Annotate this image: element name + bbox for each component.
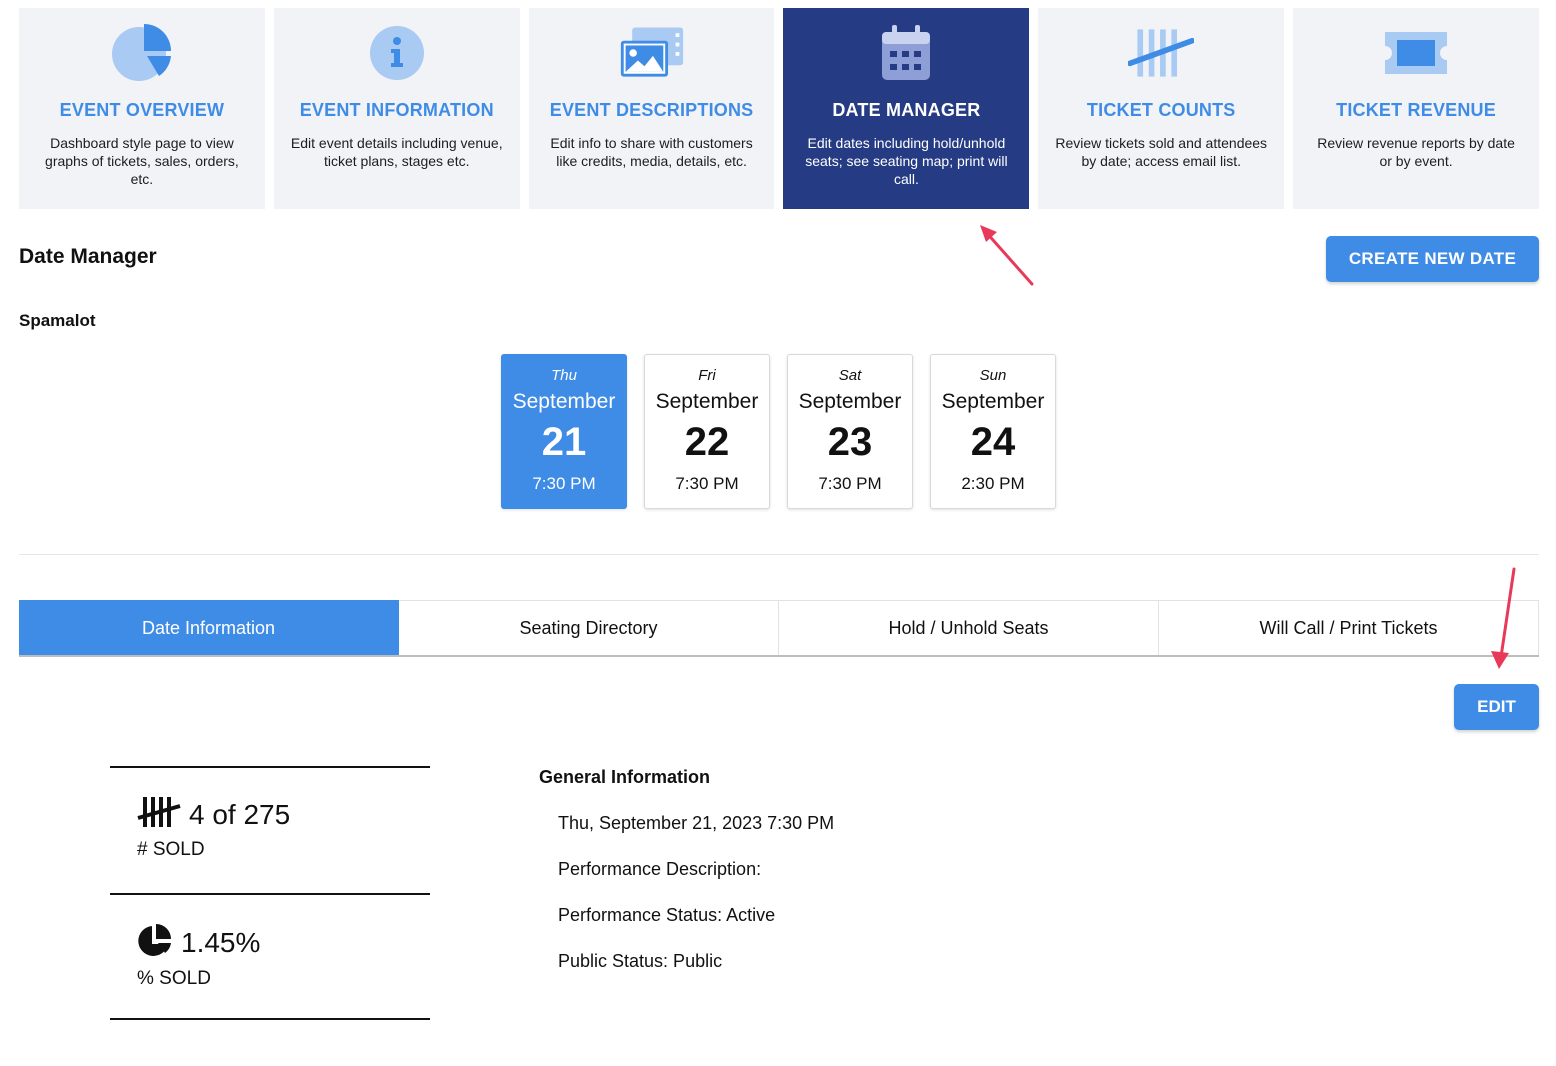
performance-description: Performance Description:	[558, 859, 762, 879]
percent-sold-label: % SOLD	[137, 968, 211, 989]
nav-card-title: DATE MANAGER	[832, 100, 981, 120]
date-day-of-week: Fri	[698, 367, 716, 384]
images-icon	[619, 22, 685, 84]
nav-card-event-descriptions[interactable]: EVENT DESCRIPTIONS Edit info to share wi…	[528, 8, 775, 209]
public-status: Public Status: Public	[558, 951, 723, 971]
tab-will-call-print-tickets[interactable]: Will Call / Print Tickets	[1159, 600, 1539, 655]
nav-card-description: Edit event details including venue, tick…	[290, 135, 503, 169]
sales-stats: 4 of 275 # SOLD 1.45% % SOLD	[110, 766, 430, 1020]
date-card[interactable]: Fri September 22 7:30 PM	[644, 354, 770, 509]
page-title: Date Manager	[19, 245, 157, 268]
annotation-arrow-icon	[1491, 567, 1516, 669]
nav-card-description: Edit dates including hold/unhold seats; …	[805, 135, 1008, 187]
nav-card-description: Review revenue reports by date or by eve…	[1317, 135, 1515, 169]
date-day: 23	[827, 420, 873, 464]
nav-card-ticket-counts[interactable]: TICKET COUNTS Review tickets sold and at…	[1038, 8, 1285, 209]
tab-hold-unhold-seats[interactable]: Hold / Unhold Seats	[779, 600, 1159, 655]
date-tabs: Date Information Seating Directory Hold …	[19, 600, 1539, 657]
nav-card-description: Review tickets sold and attendees by dat…	[1055, 135, 1268, 169]
create-new-date-button[interactable]: CREATE NEW DATE	[1326, 236, 1539, 282]
date-day-of-week: Sat	[838, 367, 862, 384]
date-card[interactable]: Sun September 24 2:30 PM	[930, 354, 1056, 509]
nav-card-event-overview[interactable]: EVENT OVERVIEW Dashboard style page to v…	[19, 8, 265, 209]
sold-count-value: 4 of 275	[189, 798, 291, 830]
date-time: 7:30 PM	[675, 474, 739, 493]
date-day: 24	[970, 420, 1016, 464]
section-divider	[19, 554, 1539, 555]
module-nav: EVENT OVERVIEW Dashboard style page to v…	[19, 8, 1539, 209]
date-card[interactable]: Thu September 21 7:30 PM	[501, 354, 627, 509]
tab-seating-directory[interactable]: Seating Directory	[399, 600, 779, 655]
nav-card-description: Edit info to share with customers like c…	[550, 135, 753, 169]
edit-button[interactable]: EDIT	[1454, 684, 1539, 730]
date-time: 7:30 PM	[532, 474, 596, 493]
event-name: Spamalot	[19, 311, 96, 330]
stat-percent-sold: 1.45% % SOLD	[110, 893, 430, 1020]
nav-card-title: EVENT INFORMATION	[299, 100, 494, 120]
date-card[interactable]: Sat September 23 7:30 PM	[787, 354, 913, 509]
date-day-of-week: Thu	[551, 367, 577, 384]
info-icon	[364, 22, 430, 84]
date-month: September	[941, 390, 1045, 413]
date-selector: Thu September 21 7:30 PM Fri September 2…	[501, 354, 1056, 509]
nav-card-date-manager[interactable]: DATE MANAGER Edit dates including hold/u…	[783, 8, 1030, 209]
nav-card-title: EVENT DESCRIPTIONS	[549, 100, 754, 120]
pie-chart-icon	[109, 22, 175, 84]
nav-card-ticket-revenue[interactable]: TICKET REVENUE Review revenue reports by…	[1293, 8, 1539, 209]
sold-count-label: # SOLD	[137, 839, 205, 860]
performance-status: Performance Status: Active	[558, 905, 776, 925]
calendar-icon	[873, 22, 939, 84]
tally-icon	[137, 796, 181, 833]
performance-date: Thu, September 21, 2023 7:30 PM	[558, 813, 835, 833]
annotation-arrow-icon	[980, 225, 1034, 286]
nav-card-title: EVENT OVERVIEW	[59, 100, 225, 120]
nav-card-title: TICKET COUNTS	[1086, 100, 1236, 120]
nav-card-title: TICKET REVENUE	[1336, 100, 1496, 120]
tab-date-information[interactable]: Date Information	[19, 600, 399, 655]
date-month: September	[512, 390, 616, 413]
tally-icon	[1128, 22, 1195, 84]
date-month: September	[655, 390, 759, 413]
general-information: General Information Thu, September 21, 2…	[539, 767, 834, 972]
nav-card-event-information[interactable]: EVENT INFORMATION Edit event details inc…	[273, 8, 520, 209]
pie-chart-icon	[137, 923, 173, 962]
percent-sold-value: 1.45%	[181, 926, 261, 958]
date-day: 22	[684, 420, 730, 464]
date-time: 2:30 PM	[961, 474, 1025, 493]
date-time: 7:30 PM	[818, 474, 882, 493]
ticket-icon	[1383, 22, 1449, 84]
nav-card-description: Dashboard style page to view graphs of t…	[45, 135, 239, 187]
date-month: September	[798, 390, 902, 413]
date-day-of-week: Sun	[979, 367, 1007, 384]
stat-sold: 4 of 275 # SOLD	[110, 766, 430, 893]
general-information-title: General Information	[539, 767, 711, 787]
date-day: 21	[541, 420, 587, 464]
